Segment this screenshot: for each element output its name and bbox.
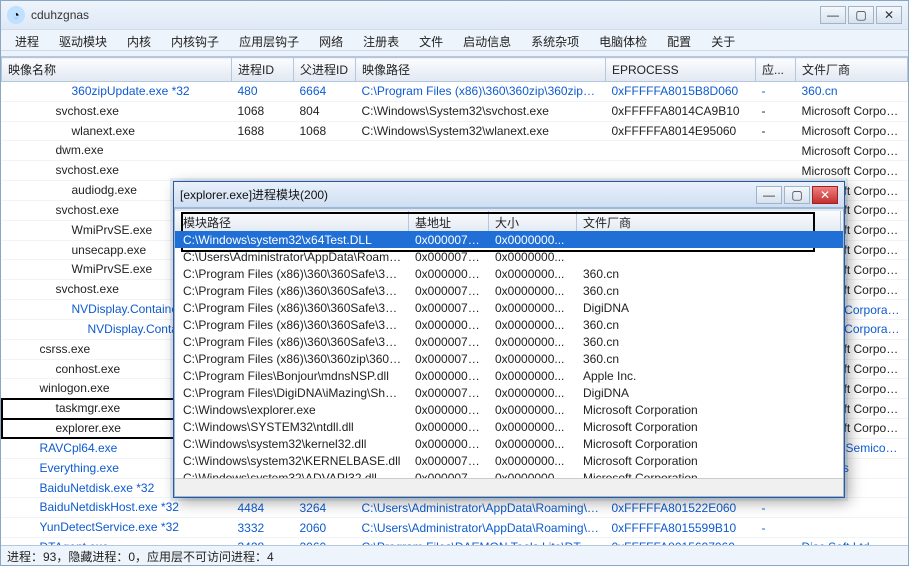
module-row[interactable]: C:\Windows\explorer.exe0x0000000...0x000…: [175, 401, 843, 418]
process-row[interactable]: svchost.exe1068804C:\Windows\System32\sv…: [2, 101, 908, 121]
process-icon: [20, 501, 36, 515]
module-row[interactable]: C:\Windows\system32\x64Test.DLL0x000007F…: [175, 231, 843, 248]
menu-item[interactable]: 系统杂项: [521, 30, 589, 50]
process-icon: [20, 442, 36, 456]
process-icon: [36, 283, 52, 297]
close-button[interactable]: ✕: [876, 6, 902, 24]
menu-item[interactable]: 文件: [409, 30, 453, 50]
module-row[interactable]: C:\Program Files (x86)\360\360zip\360Zip…: [175, 350, 843, 367]
window-title: cduhzgnas: [31, 8, 820, 22]
col-pid: 进程ID: [232, 58, 294, 82]
process-icon: [36, 105, 52, 119]
process-icon: [36, 402, 52, 416]
process-table-header[interactable]: 映像名称 进程ID 父进程ID 映像路径 EPROCESS 应... 文件厂商: [2, 58, 908, 82]
dialog-titlebar[interactable]: [explorer.exe]进程模块(200) — ▢ ✕: [174, 182, 844, 208]
maximize-button[interactable]: ▢: [848, 6, 874, 24]
process-icon: [20, 481, 36, 495]
titlebar[interactable]: ◔ cduhzgnas — ▢ ✕: [1, 1, 908, 29]
col-ppid: 父进程ID: [294, 58, 356, 82]
menubar: 进程驱动模块内核内核钩子应用层钩子网络注册表文件启动信息系统杂项电脑体检配置关于: [1, 29, 908, 51]
menu-item[interactable]: 关于: [701, 30, 745, 50]
module-row[interactable]: C:\Windows\SYSTEM32\ntdll.dll0x0000000..…: [175, 418, 843, 435]
menu-item[interactable]: 进程: [5, 30, 49, 50]
col-eprocess: EPROCESS: [606, 58, 756, 82]
menu-item[interactable]: 内核: [117, 30, 161, 50]
minimize-button[interactable]: —: [820, 6, 846, 24]
module-row[interactable]: C:\Program Files\Bonjour\mdnsNSP.dll0x00…: [175, 367, 843, 384]
process-icon: [52, 124, 68, 138]
process-row[interactable]: 360zipUpdate.exe *324806664C:\Program Fi…: [2, 82, 908, 102]
col-app: 应...: [756, 58, 796, 82]
dialog-minimize-button[interactable]: —: [756, 186, 782, 204]
modules-dialog[interactable]: [explorer.exe]进程模块(200) — ▢ ✕ 模块路径 基地址 大…: [173, 181, 845, 498]
module-row[interactable]: C:\Program Files\DigiDNA\iMazing\ShellEx…: [175, 384, 843, 401]
process-icon: [36, 164, 52, 178]
process-row[interactable]: DTAgent.exe34282060C:\Program Files\DAEM…: [2, 538, 908, 545]
process-icon: [36, 204, 52, 218]
process-icon: [52, 224, 68, 238]
col-path: 映像路径: [356, 58, 606, 82]
process-icon: [20, 343, 36, 357]
process-icon: [52, 85, 68, 99]
process-row[interactable]: YunDetectService.exe *3233322060C:\Users…: [2, 518, 908, 538]
menu-item[interactable]: 应用层钩子: [229, 30, 309, 50]
process-row[interactable]: BaiduNetdiskHost.exe *3244843264C:\Users…: [2, 498, 908, 518]
dialog-body: 模块路径 基地址 大小 文件厂商 C:\Windows\system32\x64…: [174, 208, 844, 497]
module-row[interactable]: C:\Program Files (x86)\360\360Safe\3766.…: [175, 316, 843, 333]
process-icon: [20, 521, 36, 535]
module-row[interactable]: C:\Windows\system32\kernel32.dll0x000000…: [175, 435, 843, 452]
module-row[interactable]: C:\Program Files (x86)\360\360Safe\3766.…: [175, 282, 843, 299]
col-name: 映像名称: [2, 58, 232, 82]
module-row[interactable]: C:\Program Files (x86)\360\360Safe\3766.…: [175, 265, 843, 282]
status-bar: 进程：93，隐藏进程：0，应用层不可访问进程：4: [1, 545, 908, 565]
app-icon: ◔: [7, 6, 25, 24]
process-icon: [52, 243, 68, 257]
dialog-maximize-button[interactable]: ▢: [784, 186, 810, 204]
menu-item[interactable]: 注册表: [353, 30, 409, 50]
module-row[interactable]: C:\Windows\system32\ADVAPI32.dll0x000007…: [175, 469, 843, 478]
menu-item[interactable]: 启动信息: [453, 30, 521, 50]
menu-item[interactable]: 配置: [657, 30, 701, 50]
process-icon: [36, 144, 52, 158]
process-icon: [20, 462, 36, 476]
process-icon: [68, 323, 84, 337]
dialog-hscrollbar[interactable]: [175, 478, 843, 496]
module-row[interactable]: C:\Windows\system32\KERNELBASE.dll0x0000…: [175, 452, 843, 469]
process-icon: [20, 382, 36, 396]
process-icon: [36, 362, 52, 376]
process-icon: [52, 303, 68, 317]
menu-item[interactable]: 网络: [309, 30, 353, 50]
process-icon: [52, 263, 68, 277]
process-icon: [20, 541, 36, 545]
process-icon: [36, 422, 52, 436]
process-row[interactable]: dwm.exeMicrosoft Corporation: [2, 141, 908, 161]
module-row[interactable]: C:\Users\Administrator\AppData\Roaming..…: [175, 248, 843, 265]
col-vendor: 文件厂商: [796, 58, 908, 82]
process-row[interactable]: svchost.exeMicrosoft Corporation: [2, 161, 908, 181]
dialog-title: [explorer.exe]进程模块(200): [180, 186, 756, 203]
modules-rows[interactable]: C:\Windows\system32\x64Test.DLL0x000007F…: [175, 231, 843, 478]
module-row[interactable]: C:\Program Files (x86)\360\360Safe\3766.…: [175, 333, 843, 350]
menu-item[interactable]: 电脑体检: [589, 30, 657, 50]
process-icon: [52, 184, 68, 198]
menu-item[interactable]: 驱动模块: [49, 30, 117, 50]
process-row[interactable]: wlanext.exe16881068C:\Windows\System32\w…: [2, 121, 908, 141]
dialog-close-button[interactable]: ✕: [812, 186, 838, 204]
menu-item[interactable]: 内核钩子: [161, 30, 229, 50]
module-row[interactable]: C:\Program Files (x86)\360\360Safe\3766.…: [175, 299, 843, 316]
client-area: 映像名称 进程ID 父进程ID 映像路径 EPROCESS 应... 文件厂商 …: [1, 57, 908, 545]
main-window: ◔ cduhzgnas — ▢ ✕ 进程驱动模块内核内核钩子应用层钩子网络注册表…: [0, 0, 909, 566]
